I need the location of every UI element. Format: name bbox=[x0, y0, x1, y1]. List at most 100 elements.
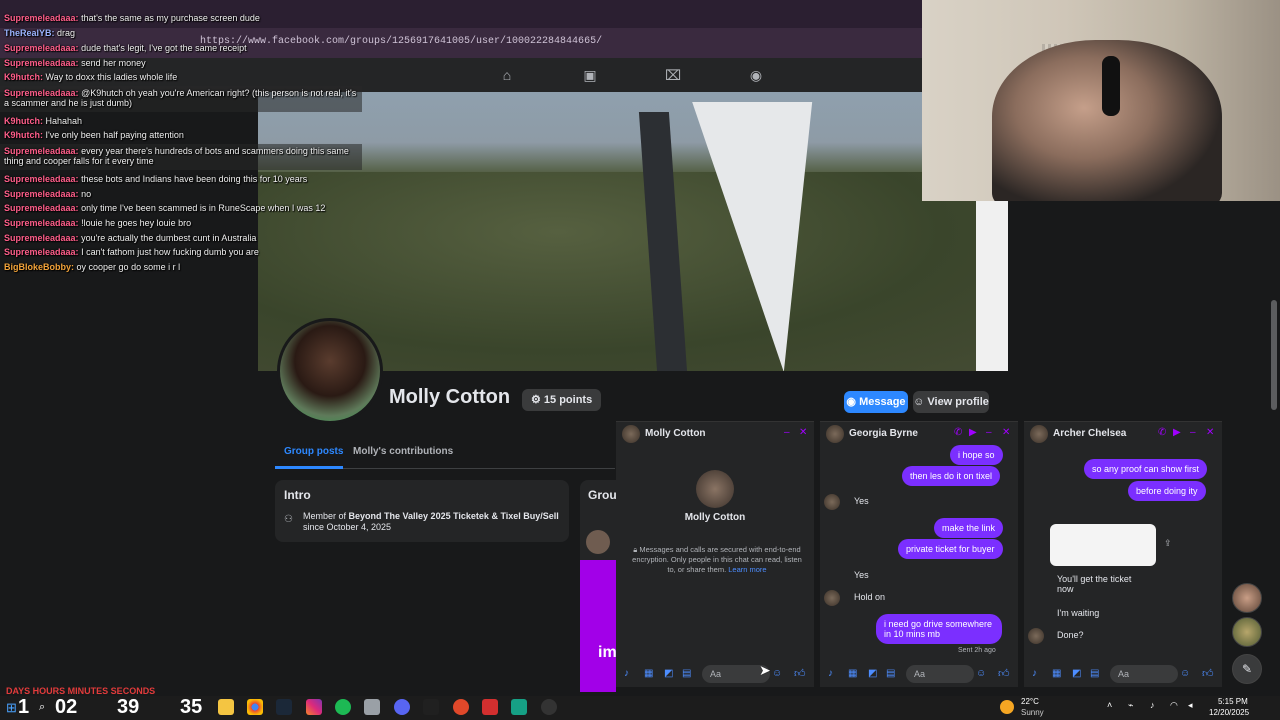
like-icon[interactable]: 👍︎ bbox=[794, 667, 806, 680]
headset bbox=[1102, 56, 1120, 116]
video-call-icon[interactable]: ▶ bbox=[969, 427, 977, 438]
group-title: Grou bbox=[588, 488, 617, 502]
sticker-icon[interactable]: ◩ bbox=[868, 668, 877, 679]
image-icon[interactable]: ▦ bbox=[1052, 668, 1061, 679]
file-explorer-icon[interactable] bbox=[218, 699, 234, 715]
message-input[interactable]: Aa bbox=[1110, 665, 1178, 683]
new-message-icon[interactable]: ✎ bbox=[1232, 654, 1262, 684]
chat-avatar bbox=[1030, 425, 1048, 443]
overlay-chat-line: Supremeleadaaa: send her money bbox=[4, 58, 146, 68]
gif-icon[interactable]: ▤ bbox=[886, 668, 895, 679]
instagram-icon[interactable] bbox=[306, 699, 322, 715]
gif-icon[interactable]: ▤ bbox=[682, 668, 691, 679]
points-badge: ⚙ 15 points bbox=[522, 389, 602, 411]
video-icon[interactable]: ▣ bbox=[582, 67, 598, 83]
cover-photo bbox=[258, 92, 1008, 371]
settings-icon[interactable] bbox=[364, 699, 380, 715]
message-text: Hold on bbox=[854, 592, 886, 602]
close-icon[interactable]: ✕ bbox=[1002, 427, 1010, 438]
close-icon[interactable]: ✕ bbox=[799, 427, 807, 438]
volume-icon[interactable]: ◂ bbox=[1188, 700, 1193, 711]
learn-more-link[interactable]: Learn more bbox=[728, 565, 766, 574]
share-icon[interactable]: ⇪ bbox=[1164, 538, 1172, 549]
chat-head[interactable] bbox=[1232, 583, 1262, 613]
overlay-chat-line: BigBlokeBobby: oy cooper go do some i r … bbox=[4, 262, 181, 272]
like-icon[interactable]: 👍︎ bbox=[1202, 667, 1214, 680]
network-icon[interactable]: ⌁ bbox=[1128, 700, 1133, 711]
clock-time[interactable]: 5:15 PM bbox=[1218, 697, 1248, 706]
emoji-icon[interactable]: ☺ bbox=[976, 668, 986, 679]
emoji-icon[interactable]: ☺ bbox=[772, 668, 782, 679]
overlay-chat-line: K9hutch: Way to doxx this ladies whole l… bbox=[4, 72, 178, 82]
chat-avatar bbox=[622, 425, 640, 443]
app-icon[interactable] bbox=[541, 699, 557, 715]
mic-icon[interactable]: ♪ bbox=[624, 668, 629, 679]
video-call-icon[interactable]: ▶ bbox=[1173, 427, 1181, 438]
view-profile-button[interactable]: ☺ View profile bbox=[913, 391, 989, 413]
message-input[interactable]: Aa bbox=[906, 665, 974, 683]
messenger-icon: ◉ bbox=[846, 396, 860, 408]
overlay-chat-line: Supremeleadaaa: every year there's hundr… bbox=[4, 146, 349, 166]
home-icon[interactable]: ⌂ bbox=[499, 67, 515, 83]
chat-name[interactable]: Molly Cotton bbox=[645, 428, 706, 439]
points-label: 15 points bbox=[543, 394, 593, 406]
tab-group-posts[interactable]: Group posts bbox=[284, 446, 343, 457]
search-icon[interactable]: ⌕ bbox=[39, 701, 45, 714]
minimize-icon[interactable]: – bbox=[784, 427, 790, 438]
sticker-icon[interactable]: ◩ bbox=[664, 668, 673, 679]
chat-name[interactable]: Archer Chelsea bbox=[1053, 428, 1126, 439]
call-icon[interactable]: ✆ bbox=[1158, 427, 1166, 438]
encryption-notice: 🔒︎ Messages and calls are secured with e… bbox=[632, 545, 802, 575]
spotify-icon[interactable] bbox=[335, 699, 351, 715]
points-icon: ⚙ bbox=[531, 394, 544, 406]
overlay-chat-line: Supremeleadaaa: !louie he goes hey louie… bbox=[4, 218, 192, 228]
page-scrollbar[interactable] bbox=[1271, 300, 1277, 410]
chevron-up-icon[interactable]: ˄ bbox=[1107, 700, 1112, 710]
marketplace-icon[interactable]: ⌧ bbox=[665, 67, 681, 83]
image-icon[interactable]: ▦ bbox=[644, 668, 653, 679]
gif-icon[interactable]: ▤ bbox=[1090, 668, 1099, 679]
mic-tray-icon[interactable]: ♪ bbox=[1150, 700, 1155, 710]
message-text: Done? bbox=[1057, 630, 1084, 640]
call-icon[interactable]: ✆ bbox=[954, 427, 962, 438]
receipt-image[interactable] bbox=[1050, 524, 1156, 566]
chat-name[interactable]: Georgia Byrne bbox=[849, 428, 918, 439]
overlay-chat-line: K9hutch: I've only been half paying atte… bbox=[4, 130, 184, 140]
terminal-icon[interactable] bbox=[423, 699, 439, 715]
discord-icon[interactable] bbox=[394, 699, 410, 715]
chat-head[interactable] bbox=[1232, 617, 1262, 647]
clock-date[interactable]: 12/20/2025 bbox=[1209, 708, 1249, 717]
mic-icon[interactable]: ♪ bbox=[828, 668, 833, 679]
wifi-icon[interactable]: ◠ bbox=[1170, 700, 1178, 711]
profile-avatar[interactable] bbox=[277, 318, 383, 424]
overlay-chat-line: Supremeleadaaa: you're actually the dumb… bbox=[4, 233, 257, 243]
app-icon[interactable] bbox=[482, 699, 498, 715]
message-bubble: private ticket for buyer bbox=[898, 539, 1003, 559]
sender-avatar bbox=[1028, 628, 1044, 644]
chrome-icon[interactable] bbox=[247, 699, 263, 715]
windows-start-icon[interactable]: ⊞ bbox=[6, 700, 17, 716]
weather-condition: Sunny bbox=[1021, 708, 1044, 717]
tab-contributions[interactable]: Molly's contributions bbox=[353, 446, 453, 457]
close-icon[interactable]: ✕ bbox=[1206, 427, 1214, 438]
app-icon[interactable] bbox=[511, 699, 527, 715]
groups-icon[interactable]: ◉ bbox=[748, 67, 764, 83]
overlay-chat-line: Supremeleadaaa: no bbox=[4, 189, 92, 199]
intro-group-link[interactable]: Beyond The Valley 2025 Ticketek & Tixel … bbox=[349, 511, 559, 521]
message-button[interactable]: ◉ Message bbox=[844, 391, 908, 413]
chat-window-georgia: Georgia Byrne ✆ ▶ – ✕ i hope so then les… bbox=[820, 421, 1018, 687]
group-avatar bbox=[586, 530, 610, 554]
obs-icon[interactable] bbox=[453, 699, 469, 715]
like-icon[interactable]: 👍︎ bbox=[998, 667, 1010, 680]
countdown-labels: DAYS HOURS MINUTES SECONDS bbox=[6, 686, 156, 696]
weather-sun-icon[interactable] bbox=[1000, 700, 1014, 714]
mic-icon[interactable]: ♪ bbox=[1032, 668, 1037, 679]
image-icon[interactable]: ▦ bbox=[848, 668, 857, 679]
sender-avatar bbox=[824, 494, 840, 510]
stream-chat-overlay: Supremeleadaaa: that's the same as my pu… bbox=[0, 0, 362, 280]
emoji-icon[interactable]: ☺ bbox=[1180, 668, 1190, 679]
sticker-icon[interactable]: ◩ bbox=[1072, 668, 1081, 679]
steam-icon[interactable] bbox=[276, 699, 292, 715]
minimize-icon[interactable]: – bbox=[1190, 427, 1196, 438]
minimize-icon[interactable]: – bbox=[986, 427, 992, 438]
